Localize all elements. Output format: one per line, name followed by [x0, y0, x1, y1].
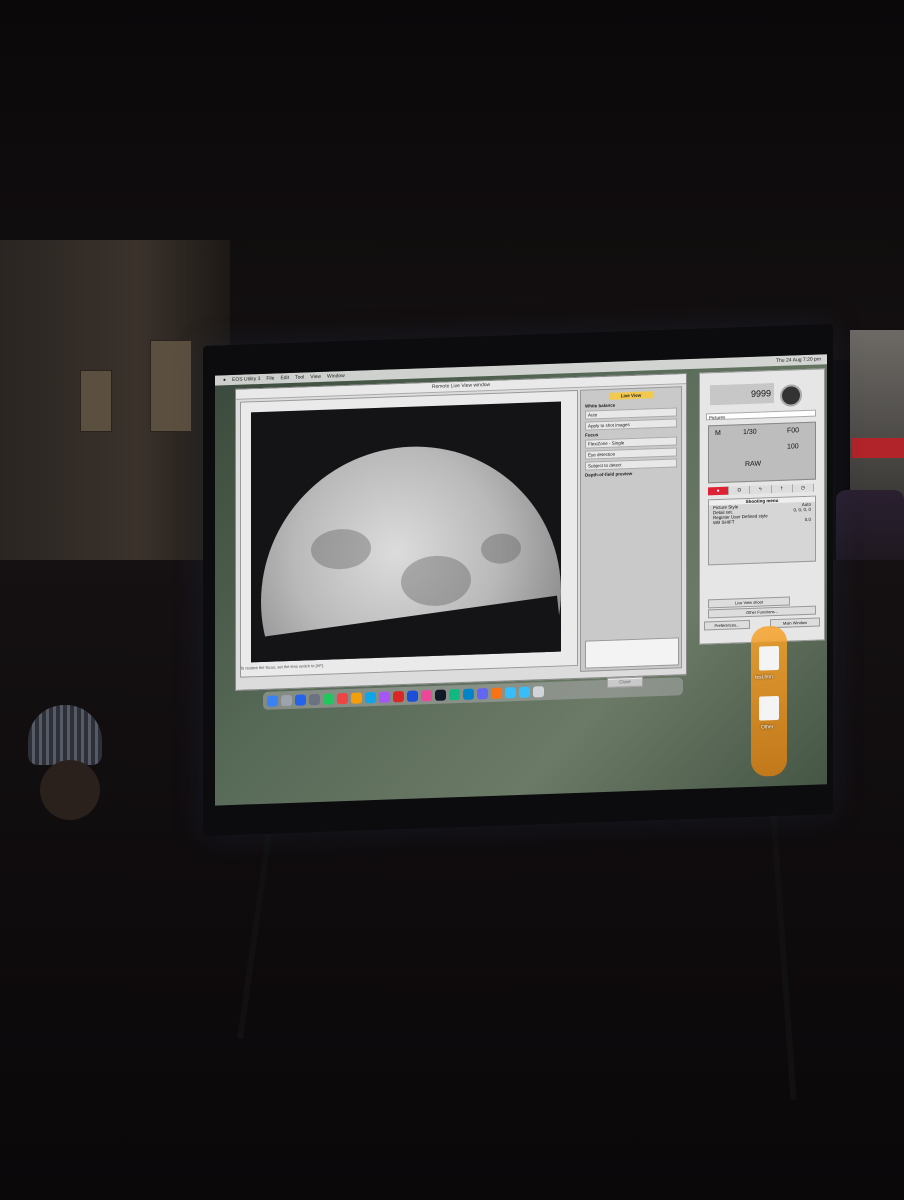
- app-icon[interactable]: [435, 689, 446, 701]
- iso[interactable]: 100: [787, 443, 799, 450]
- app-icon[interactable]: [491, 687, 502, 699]
- vscode-icon[interactable]: [463, 688, 474, 700]
- menu-value: 0,0: [804, 516, 811, 522]
- focus-mode-select[interactable]: FlexiZone - Single: [585, 436, 677, 449]
- navigator-thumbnail[interactable]: [585, 637, 679, 669]
- app-store-icon[interactable]: [295, 693, 306, 706]
- tab-timer[interactable]: ◷: [792, 483, 815, 493]
- aperture[interactable]: F00: [787, 427, 799, 434]
- launchpad-icon[interactable]: [281, 694, 292, 706]
- white-balance-select[interactable]: Auto: [585, 407, 677, 420]
- building-window: [150, 340, 192, 432]
- image-quality[interactable]: RAW: [745, 461, 761, 469]
- shooting-menu: Shooting menu Picture Style Auto Detail …: [708, 495, 816, 566]
- dial-icon[interactable]: [780, 384, 802, 407]
- app-icon[interactable]: [477, 687, 488, 699]
- camera-control-panel: 9999 Pictures M 1/30 F00 100 RAW ● ◘ ϟ †…: [699, 368, 825, 645]
- chrome-icon[interactable]: [323, 692, 334, 705]
- trash-icon[interactable]: [533, 685, 544, 697]
- tab-flash[interactable]: ϟ: [750, 485, 772, 494]
- live-view-side-panel: Live View White balance Auto Apply to sh…: [580, 386, 682, 672]
- clock[interactable]: Thu 24 Aug 7:20 pm: [776, 356, 821, 364]
- depth-of-field-label: Depth-of-field preview: [585, 471, 633, 478]
- menu-edit[interactable]: Edit: [280, 375, 289, 381]
- folder-icon[interactable]: [505, 686, 516, 698]
- live-view-button[interactable]: Live View: [609, 391, 653, 400]
- shooting-mode[interactable]: M: [715, 430, 721, 437]
- building-right: [850, 330, 904, 500]
- destination-folder[interactable]: Pictures: [706, 409, 816, 421]
- finder-icon[interactable]: [267, 694, 278, 707]
- photo-scene: ● EOS Utility 3 File Edit Tool View Wind…: [0, 0, 904, 1200]
- shots-remaining: 9999: [710, 383, 774, 406]
- file-label-test[interactable]: test.htm: [755, 674, 773, 681]
- monitor: ● EOS Utility 3 File Edit Tool View Wind…: [203, 323, 833, 837]
- app-icon[interactable]: [393, 690, 404, 702]
- apple-icon[interactable]: ●: [223, 377, 226, 383]
- tab-shooting[interactable]: ●: [708, 486, 730, 496]
- mac-desktop: ● EOS Utility 3 File Edit Tool View Wind…: [215, 354, 827, 806]
- app-icon[interactable]: [365, 691, 376, 703]
- camera-settings-display: M 1/30 F00 100 RAW: [708, 421, 816, 484]
- app-icon[interactable]: [449, 688, 460, 700]
- red-sign: [852, 438, 904, 458]
- folder-icon[interactable]: [519, 686, 530, 698]
- building-window: [80, 370, 112, 432]
- building-left: [0, 240, 230, 560]
- live-view-area[interactable]: [240, 389, 578, 678]
- live-view-image[interactable]: [251, 401, 561, 663]
- shutter-speed[interactable]: 1/30: [743, 429, 757, 436]
- menu-file[interactable]: File: [266, 376, 274, 382]
- preferences-button[interactable]: Preferences...: [704, 619, 750, 631]
- eye-detection[interactable]: Eye detection: [585, 447, 677, 460]
- file-label-other[interactable]: Other: [761, 724, 774, 730]
- person-face: [40, 760, 100, 820]
- menu-value: 0, 0, 0, 0: [793, 506, 811, 513]
- file-icon[interactable]: [759, 695, 779, 721]
- tab-tools[interactable]: †: [771, 484, 793, 494]
- menu-label: WB SHIFT: [713, 519, 735, 526]
- subject-to-detect[interactable]: Subject to detect: [585, 458, 677, 471]
- app-icon[interactable]: [421, 689, 432, 701]
- settings-icon[interactable]: [309, 693, 320, 705]
- app-icon[interactable]: [337, 692, 348, 704]
- file-icon[interactable]: [759, 645, 779, 671]
- tab-camera[interactable]: ◘: [729, 485, 751, 495]
- menu-view[interactable]: View: [310, 374, 321, 380]
- remote-live-view-window: Remote Live View window To restore the f…: [235, 373, 687, 691]
- beanie-hat: [28, 705, 102, 765]
- app-name[interactable]: EOS Utility 3: [232, 376, 260, 383]
- apply-shot-images-checkbox[interactable]: Apply to shot images: [585, 418, 677, 431]
- menu-tool[interactable]: Tool: [295, 374, 304, 380]
- app-icon[interactable]: [407, 689, 418, 702]
- app-icon[interactable]: [379, 690, 390, 703]
- menu-window[interactable]: Window: [327, 373, 345, 380]
- camera-tabs: ● ◘ ϟ † ◷: [708, 483, 815, 496]
- app-icon[interactable]: [351, 691, 362, 704]
